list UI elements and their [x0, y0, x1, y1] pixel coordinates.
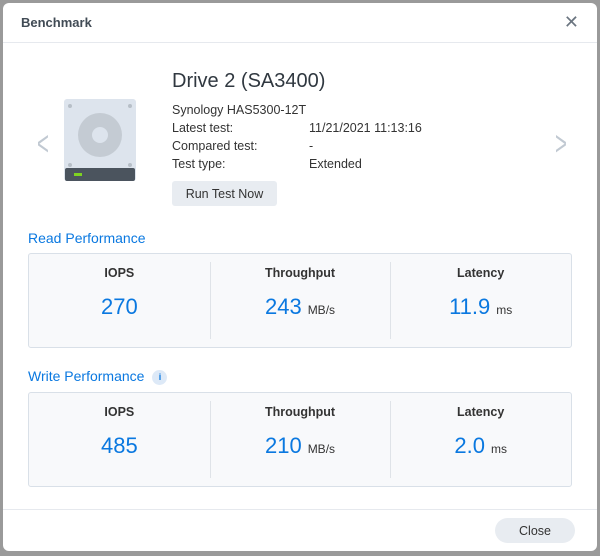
read-latency: Latency 11.9 ms: [390, 254, 571, 347]
close-icon[interactable]: ✕: [564, 12, 579, 33]
write-performance-label: Write Performance: [28, 368, 145, 384]
metric-value: 270: [100, 294, 138, 319]
metric-label: Latency: [457, 405, 505, 419]
metric-unit: ms: [496, 303, 513, 317]
metric-unit: MB/s: [307, 442, 336, 456]
metric-label: Throughput: [264, 405, 336, 419]
metric-label: IOPS: [104, 266, 135, 280]
metric-unit: MB/s: [307, 303, 336, 317]
latest-test-value: 11/21/2021 11:13:16: [309, 121, 422, 135]
metric-value: 210: [264, 433, 302, 458]
info-icon[interactable]: i: [152, 370, 168, 385]
drive-model: Synology HAS5300-12T: [172, 103, 307, 117]
footer-divider: [3, 509, 597, 510]
chevron-left-icon[interactable]: <: [37, 125, 49, 164]
metric-label: IOPS: [104, 405, 135, 419]
write-latency: Latency 2.0 ms: [390, 393, 571, 486]
benchmark-dialog: Benchmark ✕ < > Drive 2 (SA3400) Synolog…: [3, 3, 597, 551]
metric-value: 485: [100, 433, 138, 458]
compared-test-value: -: [309, 139, 314, 153]
dialog-title: Benchmark: [21, 15, 92, 30]
metric-unit: ms: [490, 442, 507, 456]
read-performance-panel: IOPS 270 Throughput 243 MB/s Latency 11.9 ms: [28, 253, 572, 348]
latest-test-label: Latest test:: [172, 121, 234, 135]
drive-name: Drive 2 (SA3400): [172, 70, 326, 92]
run-test-now-button[interactable]: Run Test Now: [172, 181, 277, 206]
chevron-right-icon[interactable]: >: [555, 125, 567, 164]
write-performance-title: Write Performance i: [28, 368, 168, 385]
read-iops: IOPS 270: [29, 254, 210, 347]
test-type-value: Extended: [309, 157, 362, 171]
metric-value: 243: [264, 294, 302, 319]
dialog-header: Benchmark ✕: [3, 3, 597, 43]
drive-icon: [64, 99, 136, 181]
metric-value: 11.9: [449, 294, 491, 319]
write-performance-panel: IOPS 485 Throughput 210 MB/s Latency 2.0 ms: [28, 392, 572, 487]
metric-value: 2.0: [454, 433, 485, 458]
read-performance-title: Read Performance: [28, 230, 146, 246]
read-throughput: Throughput 243 MB/s: [209, 254, 391, 347]
close-button[interactable]: Close: [495, 518, 575, 543]
metric-label: Latency: [457, 266, 505, 280]
compared-test-label: Compared test:: [172, 139, 258, 153]
write-iops: IOPS 485: [29, 393, 210, 486]
metric-label: Throughput: [264, 266, 336, 280]
write-throughput: Throughput 210 MB/s: [209, 393, 391, 486]
test-type-label: Test type:: [172, 157, 226, 171]
